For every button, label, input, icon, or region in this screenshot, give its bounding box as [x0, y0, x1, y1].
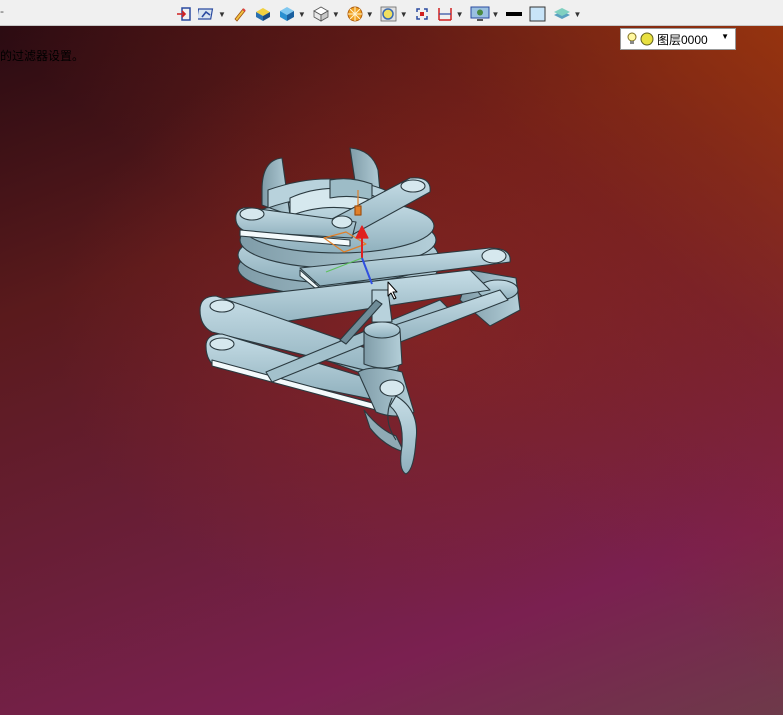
exit-icon [177, 7, 191, 21]
light-blue-square-button[interactable] [529, 3, 547, 25]
exit-button[interactable] [176, 3, 192, 25]
white-cube-button[interactable]: ▼ [312, 3, 340, 25]
chevron-down-icon: ▼ [365, 9, 374, 19]
3d-viewport[interactable]: 的过滤器设置。 [0, 26, 783, 715]
section-wheel-button[interactable]: ▼ [346, 3, 374, 25]
layer-color-icon [640, 32, 654, 46]
fit-icon [415, 8, 428, 20]
section-wheel-icon [347, 6, 363, 22]
fit-button[interactable] [414, 3, 430, 25]
white-cube-icon [313, 6, 329, 22]
shaded-box-icon [255, 8, 270, 21]
chevron-down-icon: ▼ [721, 32, 729, 41]
titlebar-marker: - [0, 4, 4, 18]
display-icon [470, 6, 490, 21]
chevron-down-icon: ▼ [399, 9, 408, 19]
black-rect-button[interactable] [505, 3, 523, 25]
pen-icon [234, 8, 246, 22]
chevron-down-icon: ▼ [455, 9, 464, 19]
filter-hint-text: 的过滤器设置。 [0, 49, 85, 63]
chevron-down-icon: ▼ [573, 9, 582, 19]
chevron-down-icon: ▼ [297, 9, 306, 19]
chevron-down-icon: ▼ [491, 9, 500, 19]
layers-icon [554, 8, 571, 19]
lightbulb-icon [627, 32, 637, 44]
dimension-button[interactable]: ▼ [436, 3, 464, 25]
layers-button[interactable]: ▼ [553, 3, 581, 25]
light-blue-square-icon [529, 6, 546, 22]
dimension-icon [437, 8, 452, 21]
hook-assembly [357, 367, 418, 475]
layer-select[interactable]: 图层0000 ▼ [620, 28, 736, 50]
blue-cube-button[interactable]: ▼ [278, 3, 306, 25]
scissor-arms [199, 269, 509, 411]
zoom-icon [380, 6, 397, 22]
zoom-button[interactable]: ▼ [380, 3, 408, 25]
layer-select-value: 图层0000 [657, 32, 708, 47]
gripper-3d-model[interactable] [0, 26, 783, 715]
view-orient-button[interactable]: ▼ [198, 3, 226, 25]
view-toolbar: ▼ ▼ ▼ ▼ ▼ ▼ ▼ ▼ [176, 2, 587, 26]
display-button[interactable]: ▼ [470, 3, 500, 25]
chevron-down-icon: ▼ [218, 9, 226, 19]
chevron-down-icon: ▼ [331, 9, 340, 19]
view-orient-icon [198, 8, 214, 20]
blue-cube-icon [279, 7, 294, 21]
shaded-box-button[interactable] [254, 3, 272, 25]
black-rect-icon [506, 12, 523, 16]
pen-button[interactable] [232, 3, 248, 25]
